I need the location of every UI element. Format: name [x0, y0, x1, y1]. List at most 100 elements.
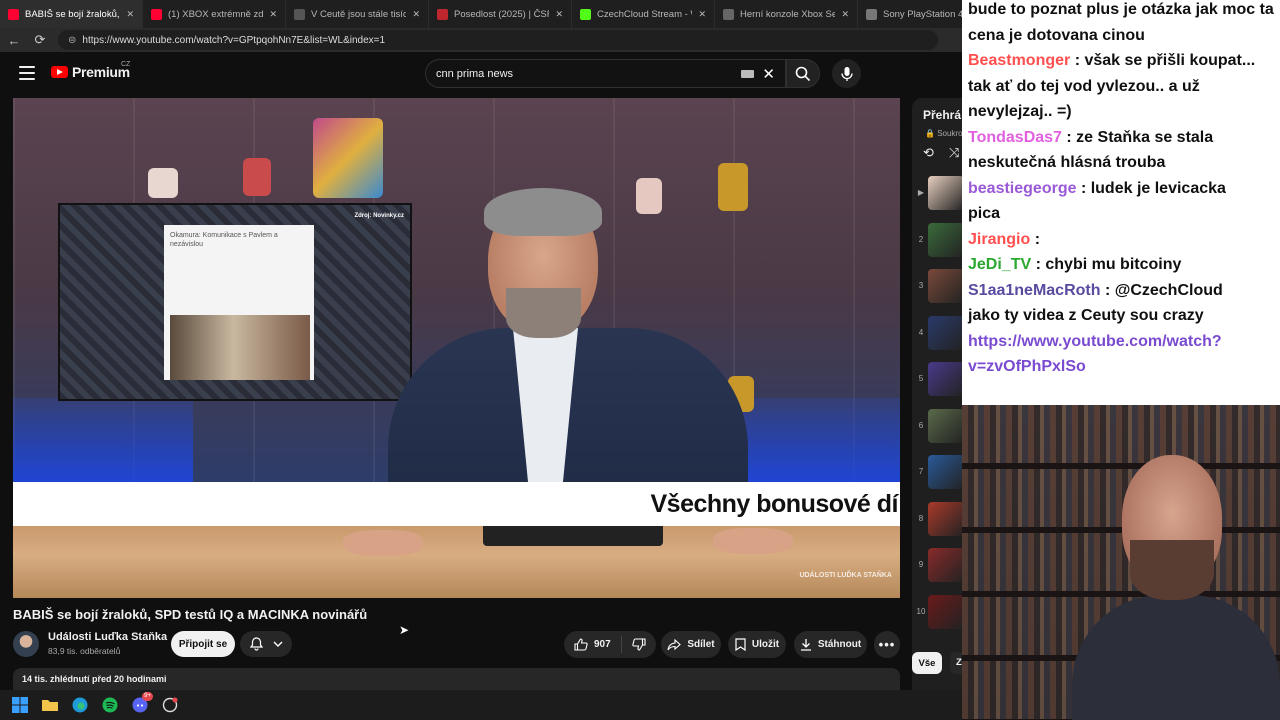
- more-icon: •••: [878, 637, 896, 652]
- playlist-item[interactable]: 7: [912, 452, 962, 492]
- playlist-item[interactable]: 8: [912, 499, 962, 539]
- video-player[interactable]: Zdroj: Novinky.cz Okamura: Komunikace s …: [13, 98, 900, 598]
- playlist-item[interactable]: 9: [912, 545, 962, 585]
- chat-message-text: : ze Staňka se stala: [1066, 128, 1214, 146]
- chat-line: jako ty videa z Ceuty sou crazy: [968, 303, 1278, 329]
- search-query: cnn prima news: [436, 67, 514, 80]
- views-and-date: 14 tis. zhlédnutí před 20 hodinami: [22, 674, 167, 684]
- presenter: [388, 188, 748, 528]
- description-box[interactable]: 14 tis. zhlédnutí před 20 hodinami: [13, 668, 900, 690]
- back-button[interactable]: ←: [6, 33, 22, 48]
- browser-tab[interactable]: Sony PlayStation 4 Slim,✕: [858, 0, 962, 28]
- discord-badge: 9+: [142, 692, 153, 701]
- clear-search-icon[interactable]: ✕: [762, 65, 775, 83]
- site-info-icon[interactable]: ⊜: [68, 35, 76, 46]
- chat-message-text: :: [1034, 230, 1041, 248]
- tab-title: V Ceutě jsou stále tisíce migr: [311, 8, 406, 20]
- browser-tab-bar: BABIŠ se bojí žraloků, SPD✕(1) XBOX extr…: [0, 0, 962, 28]
- channel-name[interactable]: Události Luďka Staňka: [48, 631, 167, 643]
- playlist-item[interactable]: 10: [912, 592, 962, 632]
- chat-username: JeDi_TV: [968, 256, 1032, 273]
- chat-line: TondasDas7 : ze Staňka se stala: [968, 125, 1278, 151]
- chat-username: Beastmonger: [968, 52, 1071, 69]
- playlist-item-thumbnail: [928, 548, 962, 582]
- presenter-hair: [484, 188, 602, 236]
- windows-icon[interactable]: [10, 695, 30, 715]
- tab-favicon-icon: [580, 8, 591, 20]
- playlist-item[interactable]: 3: [912, 266, 962, 306]
- chat-line: neskutečná hlásná trouba: [968, 150, 1278, 176]
- chat-message-text: : ludek je levicacka: [1080, 179, 1226, 197]
- menu-icon[interactable]: [19, 66, 35, 80]
- search-input[interactable]: cnn prima news ✕: [425, 59, 786, 88]
- playlist-item[interactable]: 2: [912, 220, 962, 260]
- playlist-item-thumbnail: [928, 269, 962, 303]
- playlist-item[interactable]: ▶: [912, 173, 962, 213]
- tab-title: Posedlost (2025) | ČSFD.cz: [454, 8, 549, 20]
- playlist-item-index: 6: [918, 420, 924, 430]
- windows-taskbar: 9+: [0, 690, 962, 720]
- tab-favicon-icon: [437, 8, 448, 20]
- voice-search-button[interactable]: [832, 59, 861, 88]
- download-button[interactable]: Stáhnout: [794, 631, 867, 658]
- playlist-title[interactable]: Přehrá: [923, 108, 961, 122]
- presenter-beard: [506, 288, 581, 338]
- browser-tab[interactable]: Posedlost (2025) | ČSFD.cz ✕: [429, 0, 572, 28]
- browser-tab[interactable]: BABIŠ se bojí žraloků, SPD ✕: [0, 0, 143, 28]
- dislike-button[interactable]: [622, 638, 656, 651]
- search-button[interactable]: [786, 59, 820, 88]
- tab-close-icon[interactable]: ✕: [126, 9, 134, 20]
- tab-close-icon[interactable]: ✕: [841, 9, 849, 20]
- folder-icon[interactable]: [40, 695, 60, 715]
- url-field[interactable]: ⊜ https://www.youtube.com/watch?v=GPtpqo…: [58, 30, 938, 50]
- tab-favicon-icon: [8, 8, 19, 20]
- article-title: Okamura: Komunikace s Pavlem a nezávislo…: [170, 232, 278, 248]
- playlist-item[interactable]: 6: [912, 406, 962, 446]
- tab-close-icon[interactable]: ✕: [269, 9, 277, 20]
- shuffle-icon[interactable]: ⤨: [949, 145, 959, 161]
- tab-close-icon[interactable]: ✕: [412, 9, 420, 20]
- tab-close-icon[interactable]: ✕: [698, 9, 706, 20]
- chat-message-text: : @CzechCloud: [1104, 281, 1223, 299]
- left-hand: [343, 530, 423, 556]
- save-button[interactable]: Uložit: [728, 631, 786, 658]
- browser-tab[interactable]: V Ceutě jsou stále tisíce migr ✕: [286, 0, 429, 28]
- join-button[interactable]: Připojit se: [171, 631, 235, 657]
- discord-icon[interactable]: 9+: [130, 692, 153, 715]
- browser-tab[interactable]: CzechCloud Stream - Watch ✕: [572, 0, 715, 28]
- spotify-icon[interactable]: [100, 695, 120, 715]
- share-button[interactable]: Sdílet: [661, 631, 721, 658]
- bookmark-icon: [735, 638, 746, 651]
- playlist-item-index: 8: [918, 513, 924, 523]
- like-button[interactable]: 907: [564, 636, 622, 653]
- app-icon[interactable]: [160, 695, 180, 715]
- browser-tab[interactable]: (1) XBOX extrémně zdražil. ✕: [143, 0, 286, 28]
- youtube-premium-logo[interactable]: Premium CZ: [51, 61, 130, 80]
- playlist-item[interactable]: 4: [912, 313, 962, 353]
- filter-chip-all[interactable]: Vše: [912, 652, 942, 674]
- browser-tab[interactable]: Herní konzole Xbox Series | ✕: [715, 0, 858, 28]
- loop-icon[interactable]: ⟲: [923, 145, 934, 161]
- chat-line: beastiegeorge : ludek je levicacka: [968, 176, 1278, 202]
- edge-icon[interactable]: [70, 695, 90, 715]
- keyboard-icon[interactable]: [741, 69, 755, 78]
- playlist-item-thumbnail: [928, 362, 962, 396]
- channel-avatar[interactable]: [13, 631, 39, 657]
- chat-line: cena je dotovana cinou: [968, 23, 1278, 49]
- tab-title: CzechCloud Stream - Watch: [597, 8, 692, 20]
- playlist-item[interactable]: 5: [912, 359, 962, 399]
- notification-bell-button[interactable]: [240, 631, 292, 657]
- chat-message-text: tak ať do tej vod yvlezou.. a už: [968, 77, 1200, 95]
- tab-close-icon[interactable]: ✕: [555, 9, 563, 20]
- download-icon: [800, 639, 811, 651]
- chat-line: bude to poznat plus je otázka jak moc ta: [968, 0, 1278, 23]
- playlist-item-index: 9: [918, 560, 924, 569]
- thumbs-up-icon: [574, 638, 588, 651]
- tab-title: BABIŠ se bojí žraloků, SPD: [25, 8, 120, 20]
- playlist-item-thumbnail: [928, 501, 962, 536]
- reload-button[interactable]: ⟳: [32, 32, 48, 48]
- address-bar-row: ← ⟳ ⊜ https://www.youtube.com/watch?v=GP…: [0, 28, 962, 52]
- chat-message-text: jako ty videa z Ceuty sou crazy: [968, 307, 1204, 324]
- chat-username: TondasDas7: [968, 128, 1062, 146]
- more-actions-button[interactable]: •••: [874, 631, 900, 658]
